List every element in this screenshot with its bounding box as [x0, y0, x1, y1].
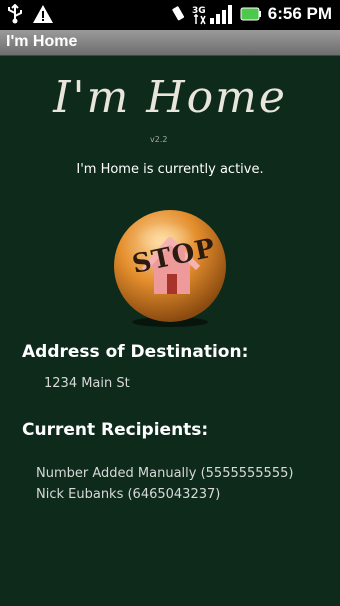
- version-label: v2.2: [150, 135, 168, 144]
- recipient-item: Number Added Manually (5555555555): [36, 466, 294, 481]
- recipients-heading: Current Recipients:: [22, 420, 209, 440]
- usb-icon: [6, 4, 24, 24]
- address-heading: Address of Destination:: [22, 342, 249, 362]
- warning-icon: [32, 4, 54, 24]
- app-logo-title: I'm Home: [53, 72, 287, 123]
- 3g-signal-icon: 3G: [192, 3, 234, 25]
- battery-icon: [240, 7, 262, 21]
- window-title: I'm Home: [6, 33, 78, 50]
- svg-text:3G: 3G: [192, 6, 206, 16]
- notification-icons: [6, 4, 54, 24]
- clock: 6:56 PM: [267, 4, 332, 23]
- system-icons: 3G 6:56 PM: [170, 3, 332, 25]
- status-message: I'm Home is currently active.: [76, 162, 264, 177]
- vibrate-icon: [170, 5, 186, 23]
- title-bar: I'm Home: [0, 30, 340, 56]
- status-bar: 3G 6:56 PM: [0, 0, 340, 30]
- address-value: 1234 Main St: [44, 376, 130, 391]
- recipient-item: Nick Eubanks (6465043237): [36, 487, 221, 502]
- stop-button[interactable]: STOP: [110, 208, 230, 328]
